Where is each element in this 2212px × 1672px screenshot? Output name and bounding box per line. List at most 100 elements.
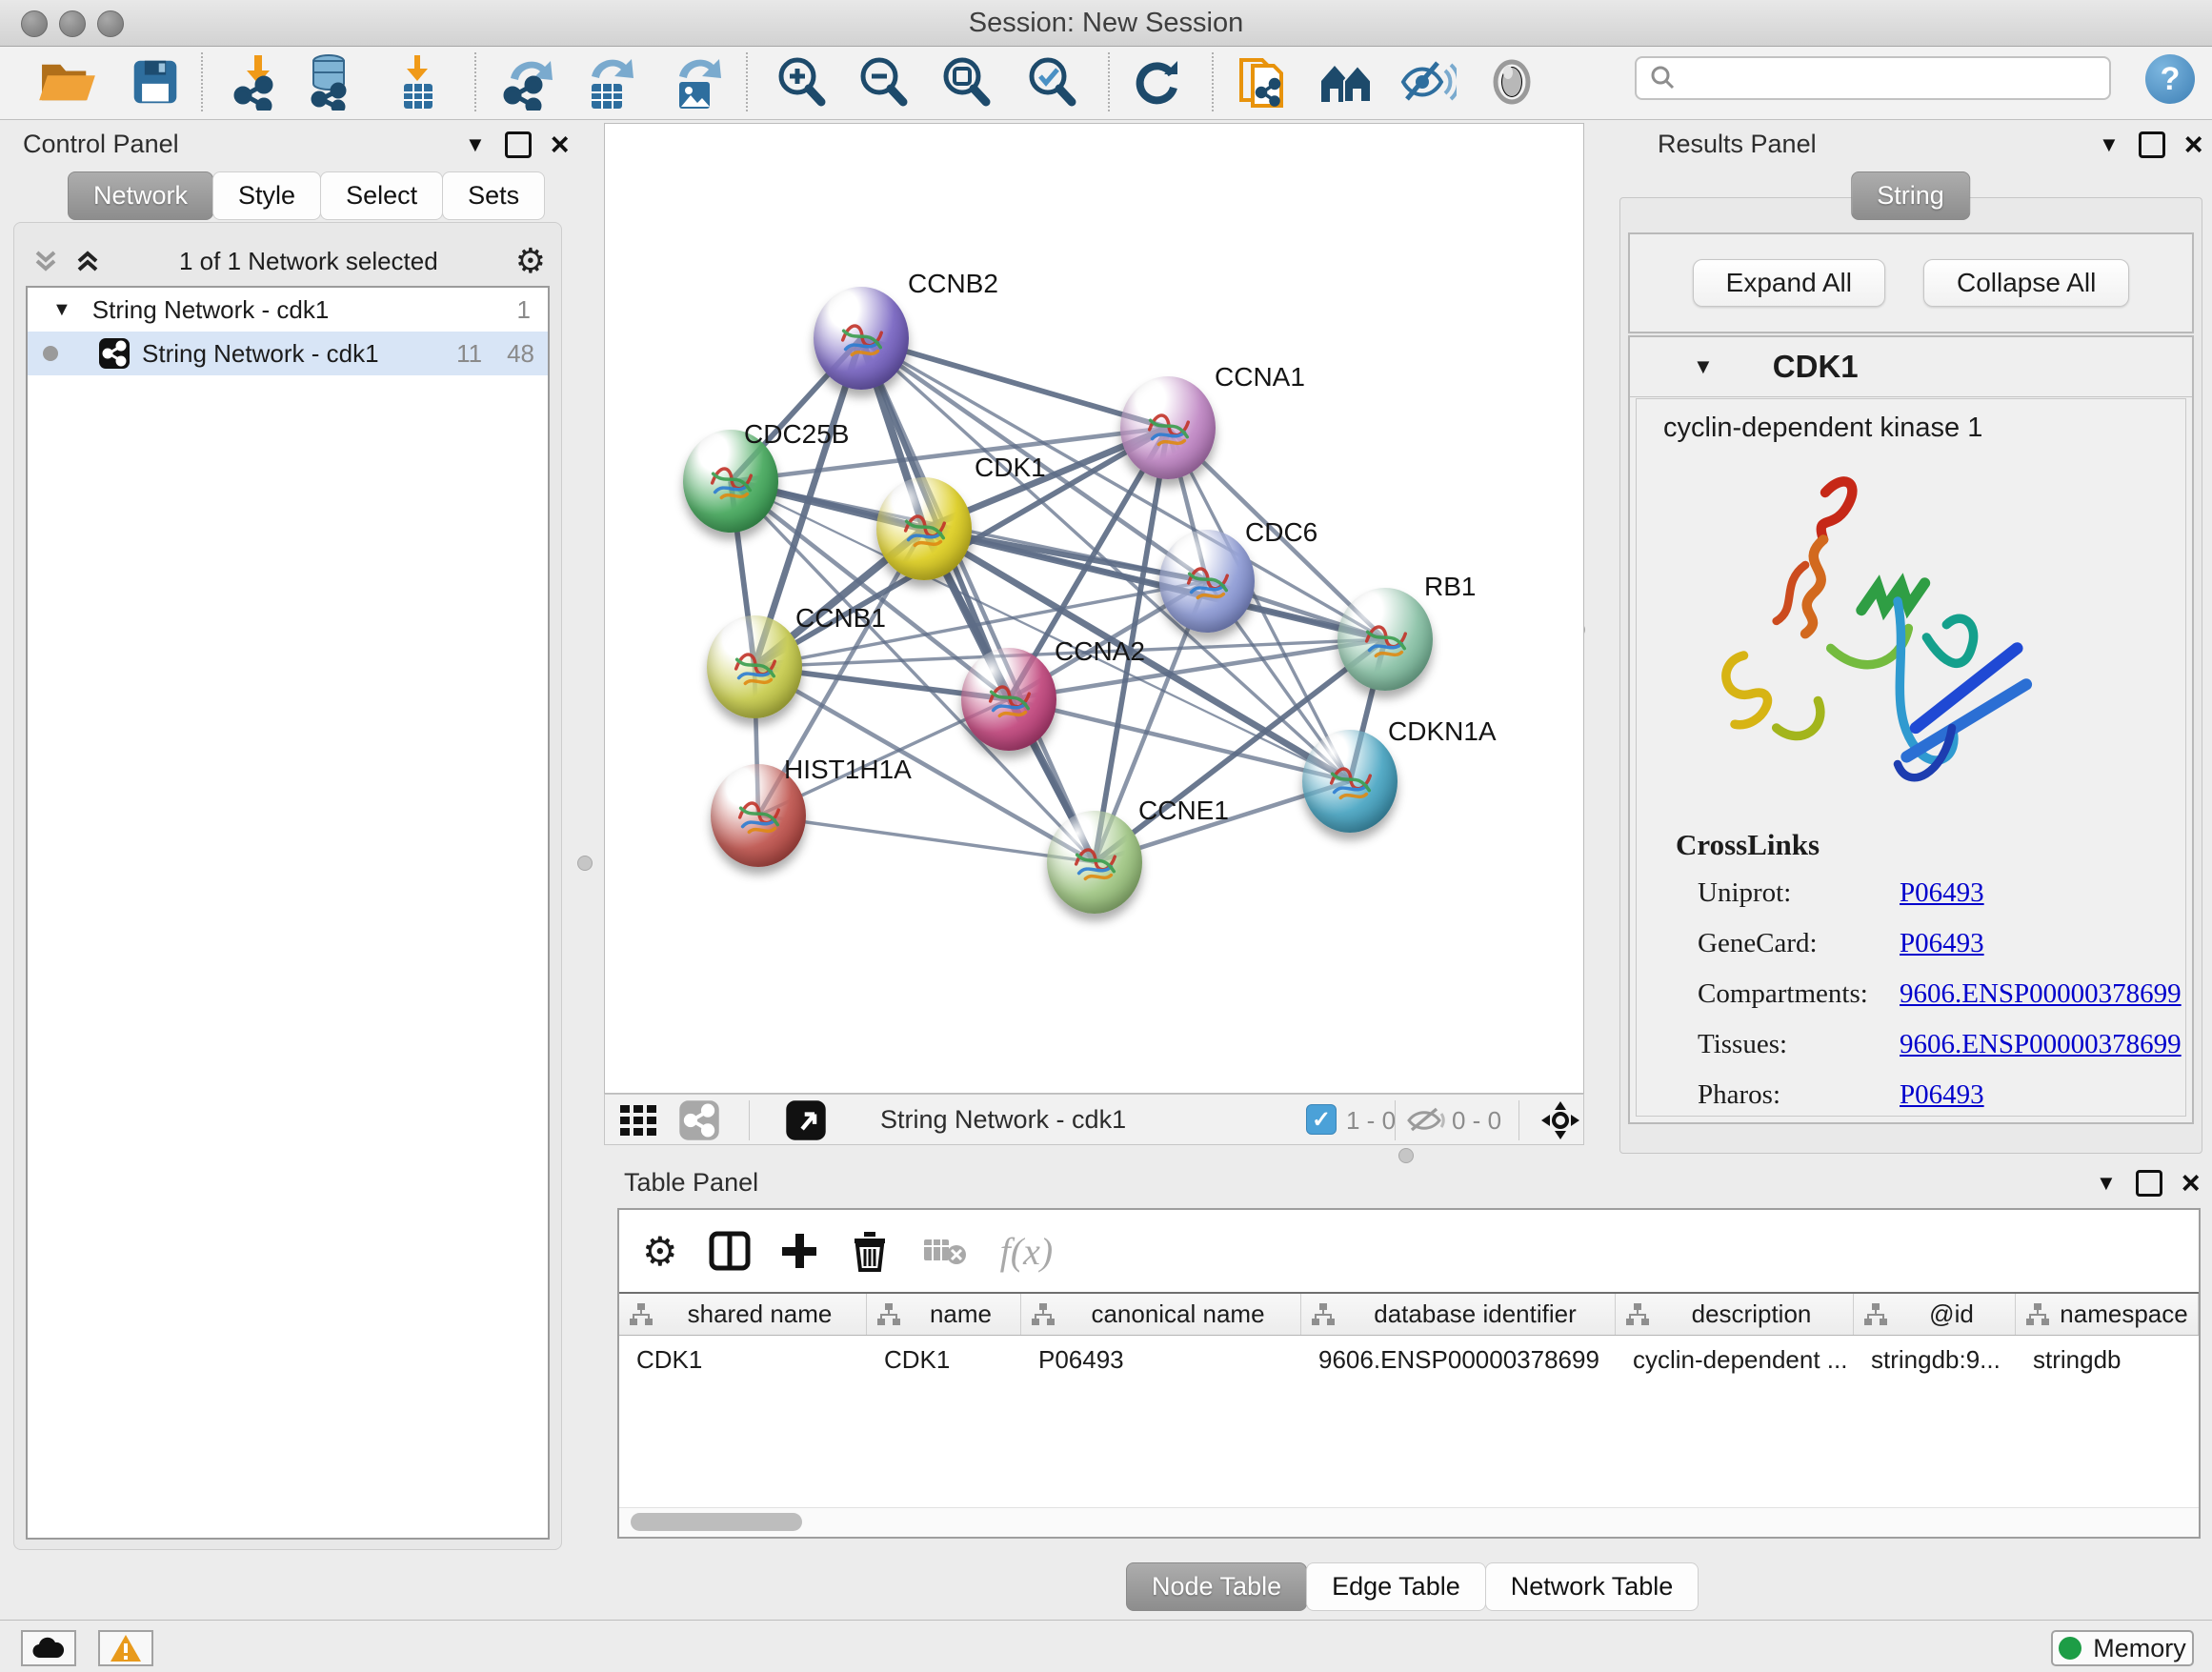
- network-view-title: String Network - cdk1: [880, 1105, 1126, 1135]
- show-columns-icon[interactable]: [709, 1230, 751, 1272]
- open-session-icon[interactable]: [34, 52, 101, 111]
- column-header-canonical-name[interactable]: canonical name: [1021, 1294, 1301, 1335]
- hidden-items-eye-icon[interactable]: [1407, 1106, 1449, 1139]
- table-options-gear-icon[interactable]: ⚙: [642, 1228, 678, 1275]
- save-session-icon[interactable]: [122, 52, 189, 111]
- crosslink-label: Pharos:: [1637, 1079, 1900, 1111]
- collapse-all-networks-icon[interactable]: [31, 247, 60, 275]
- table-tabs: Node Table Edge Table Network Table: [1127, 1562, 1699, 1611]
- import-table-file-icon[interactable]: [384, 52, 451, 111]
- import-network-database-icon[interactable]: [295, 52, 362, 111]
- column-header-namespace[interactable]: namespace: [2016, 1294, 2199, 1335]
- network-node-CCNB1[interactable]: [707, 615, 802, 718]
- zoom-selected-icon[interactable]: [1018, 52, 1085, 111]
- tab-string-results[interactable]: String: [1851, 171, 1970, 220]
- export-table-icon[interactable]: [574, 52, 641, 111]
- table-row[interactable]: CDK1CDK1P064939606.ENSP00000378699cyclin…: [619, 1338, 2199, 1381]
- column-header-database-identifier[interactable]: database identifier: [1301, 1294, 1616, 1335]
- import-network-file-icon[interactable]: [225, 52, 292, 111]
- string-home-icon[interactable]: [1314, 52, 1380, 111]
- gene-collapse-icon[interactable]: ▼: [1693, 354, 1714, 379]
- crosslink-link[interactable]: P06493: [1900, 928, 1984, 959]
- refresh-icon[interactable]: [1123, 52, 1190, 111]
- scrollbar-thumb[interactable]: [631, 1513, 802, 1531]
- help-button[interactable]: ?: [2145, 54, 2195, 104]
- add-column-icon[interactable]: [779, 1231, 819, 1271]
- tab-network[interactable]: Network: [68, 171, 213, 220]
- tab-edge-table[interactable]: Edge Table: [1306, 1562, 1486, 1611]
- crosslink-link[interactable]: P06493: [1900, 877, 1984, 909]
- zoom-in-icon[interactable]: [768, 52, 835, 111]
- cloud-status-button[interactable]: [21, 1630, 76, 1666]
- search-input[interactable]: [1635, 56, 2111, 100]
- tab-node-table[interactable]: Node Table: [1126, 1562, 1307, 1611]
- expand-all-button[interactable]: Expand All: [1693, 259, 1885, 307]
- table-cell[interactable]: stringdb:9...: [1854, 1338, 2016, 1381]
- network-node-CCNA1[interactable]: [1120, 376, 1216, 479]
- table-cell[interactable]: stringdb: [2016, 1338, 2199, 1381]
- column-header-description[interactable]: description: [1616, 1294, 1854, 1335]
- expand-all-networks-icon[interactable]: [73, 247, 102, 275]
- birds-eye-view-icon[interactable]: [1539, 1099, 1581, 1146]
- selected-items-checkbox[interactable]: ✓: [1306, 1104, 1337, 1135]
- network-collection-row[interactable]: ▼ String Network - cdk1 1: [28, 288, 548, 332]
- network-node-CDK1[interactable]: [876, 477, 972, 580]
- float-panel-icon[interactable]: [2136, 1170, 2162, 1197]
- collapse-all-button[interactable]: Collapse All: [1923, 259, 2129, 307]
- export-image-icon[interactable]: [662, 52, 729, 111]
- close-panel-icon[interactable]: ×: [2182, 1173, 2201, 1194]
- tab-sets[interactable]: Sets: [442, 171, 545, 220]
- zoom-out-icon[interactable]: [850, 52, 916, 111]
- detach-view-icon[interactable]: [785, 1099, 827, 1146]
- close-panel-icon[interactable]: ×: [551, 134, 570, 155]
- table-cell[interactable]: 9606.ENSP00000378699: [1301, 1338, 1616, 1381]
- crosslink-link[interactable]: 9606.ENSP00000378699: [1900, 978, 2182, 1010]
- table-cell[interactable]: CDK1: [867, 1338, 1021, 1381]
- search-icon: [1648, 64, 1677, 92]
- network-node-CDKN1A[interactable]: [1302, 730, 1398, 833]
- column-header-name[interactable]: name: [867, 1294, 1021, 1335]
- network-view-type-icon[interactable]: [678, 1099, 720, 1146]
- level-of-detail-icon[interactable]: [1478, 52, 1545, 111]
- network-row[interactable]: String Network - cdk1 11 48: [28, 332, 548, 375]
- warnings-button[interactable]: [98, 1630, 153, 1666]
- tab-network-table[interactable]: Network Table: [1485, 1562, 1699, 1611]
- node-label-CCNE1: CCNE1: [1138, 796, 1229, 826]
- tab-style[interactable]: Style: [212, 171, 321, 220]
- float-panel-icon[interactable]: [2139, 131, 2165, 158]
- float-panel-icon[interactable]: [505, 131, 532, 158]
- collapse-panel-icon[interactable]: ▼: [2096, 1171, 2117, 1196]
- collection-expand-icon[interactable]: ▼: [52, 299, 71, 321]
- crosslink-link[interactable]: 9606.ENSP00000378699: [1900, 1029, 2182, 1060]
- function-builder-icon: f(x): [1000, 1229, 1054, 1274]
- collapse-panel-icon[interactable]: ▼: [465, 132, 486, 157]
- column-header-shared-name[interactable]: shared name: [619, 1294, 867, 1335]
- network-canvas[interactable]: CCNB2CCNA1CDC25BCDK1CDC6RB1CCNB1CCNA2CDK…: [604, 123, 1584, 1094]
- tab-select[interactable]: Select: [320, 171, 443, 220]
- network-node-CDC6[interactable]: [1159, 530, 1255, 633]
- collapse-panel-icon[interactable]: ▼: [2099, 132, 2120, 157]
- network-node-RB1[interactable]: [1337, 588, 1433, 691]
- table-cell[interactable]: P06493: [1021, 1338, 1301, 1381]
- table-horizontal-scrollbar[interactable]: [619, 1507, 2199, 1537]
- left-splitter-handle[interactable]: [577, 856, 593, 871]
- grid-view-icon[interactable]: [620, 1105, 660, 1140]
- gene-result-card: ▼ CDK1 cyclin-dependent kinase 1: [1628, 335, 2194, 1124]
- network-options-gear-icon[interactable]: ⚙: [515, 241, 546, 281]
- table-cell[interactable]: cyclin-dependent ...: [1616, 1338, 1854, 1381]
- node-label-CCNB2: CCNB2: [908, 269, 998, 299]
- bottom-splitter-handle[interactable]: [1398, 1148, 1414, 1163]
- export-network-icon[interactable]: [493, 52, 560, 111]
- delete-column-icon[interactable]: [852, 1230, 888, 1272]
- close-panel-icon[interactable]: ×: [2184, 134, 2203, 155]
- memory-button[interactable]: Memory: [2051, 1630, 2194, 1666]
- table-cell[interactable]: CDK1: [619, 1338, 867, 1381]
- new-network-from-selection-icon[interactable]: [1229, 52, 1296, 111]
- zoom-fit-icon[interactable]: [933, 52, 999, 111]
- column-header--id[interactable]: @id: [1854, 1294, 2016, 1335]
- crosslink-link[interactable]: P06493: [1900, 1079, 1984, 1111]
- network-node-CCNE1[interactable]: [1047, 811, 1142, 914]
- network-node-CCNA2[interactable]: [961, 648, 1056, 751]
- enhanced-graphics-icon[interactable]: [1395, 52, 1461, 111]
- network-node-CCNB2[interactable]: [814, 287, 909, 390]
